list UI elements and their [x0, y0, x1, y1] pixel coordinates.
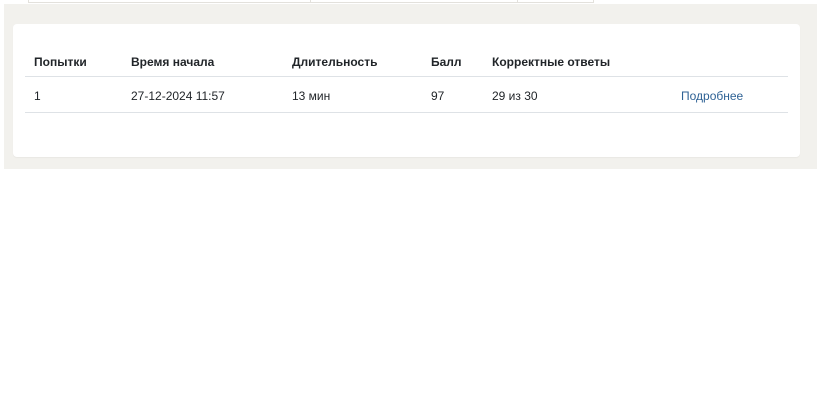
details-link[interactable]: Подробнее [681, 89, 743, 103]
attempt-start-time: 27-12-2024 11:57 [131, 89, 225, 103]
column-header-attempt: Попытки [34, 55, 87, 69]
column-header-start-time: Время начала [131, 55, 215, 69]
attempts-card: Попытки Время начала Длительность Балл К… [13, 24, 800, 157]
column-header-duration: Длительность [292, 55, 378, 69]
attempt-number: 1 [34, 89, 41, 103]
column-header-score: Балл [431, 55, 462, 69]
table-header-row: Попытки Время начала Длительность Балл К… [25, 46, 788, 77]
top-tab-strip [28, 0, 594, 3]
results-panel: Попытки Время начала Длительность Балл К… [4, 4, 817, 169]
table-row: 1 27-12-2024 11:57 13 мин 97 29 из 30 По… [25, 77, 788, 113]
attempt-correct-answers: 29 из 30 [492, 89, 538, 103]
attempt-score: 97 [431, 89, 445, 103]
tab-divider [310, 0, 311, 3]
attempt-duration: 13 мин [292, 89, 331, 103]
attempts-table: Попытки Время начала Длительность Балл К… [25, 46, 788, 113]
column-header-correct-answers: Корректные ответы [492, 55, 611, 69]
tab-divider [517, 0, 518, 3]
